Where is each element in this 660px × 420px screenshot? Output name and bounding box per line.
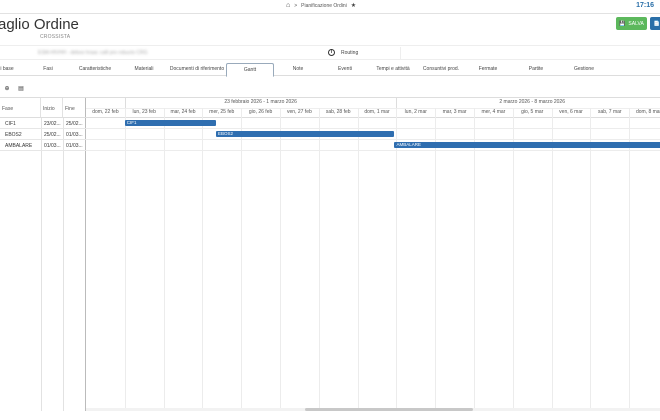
tab-tempi-e-attivit[interactable]: Tempi e attività [370,63,416,75]
breadcrumb: ⌂ > Pianificazione Ordini ★ [286,2,356,9]
star-icon[interactable]: ★ [351,2,356,9]
table-row[interactable]: AMBALARE 01/03... 01/03... [0,140,86,151]
gantt-toolbar: ⊕ ▤ [0,85,25,95]
page-title: aglio Ordine [0,16,79,33]
day-header: dom, 1 mar [364,109,390,115]
gantt-grid: Fase Inizio Fine CIF1 23/02... 25/02... … [0,98,86,411]
tab-fermate[interactable]: Fermate [470,63,506,75]
fase-cell: EBOS2 [5,132,22,138]
day-header: ven, 6 mar [559,109,583,115]
save-button[interactable]: 💾 SALVA [616,17,647,30]
routing-label: Routing [341,50,359,56]
tab-caratteristiche[interactable]: Caratteristiche [72,63,118,75]
fine-cell: 01/03... [66,132,83,138]
scrollbar-thumb[interactable] [305,408,473,411]
column-divider [63,118,64,411]
save-icon: 💾 [619,20,626,27]
day-gridline [590,108,592,411]
day-header: dom, 8 mar [635,109,660,115]
home-icon[interactable]: ⌂ [286,2,290,9]
day-header: sab, 7 mar [597,109,622,115]
day-gridline [124,108,126,411]
fine-cell: 25/02... [66,121,83,127]
gantt-chart[interactable]: 23 febbraio 2026 - 1 marzo 2026 2 marzo 2… [86,98,660,411]
gantt-task-bar[interactable]: CIF1 [124,120,216,126]
gantt-task-bar[interactable]: AMBALARE [394,142,660,148]
day-gridline [435,108,437,411]
day-gridline [551,108,553,411]
routing-field[interactable] [400,47,660,59]
inizio-cell: 25/02... [44,132,61,138]
day-gridline [357,108,359,411]
table-row[interactable]: CIF1 23/02... 25/02... [0,118,86,129]
day-gridline [163,108,165,411]
export-icon[interactable]: ▤ [17,85,25,95]
column-header-fine[interactable]: Fine [63,98,86,118]
clock: 17:16 [636,2,654,9]
document-button[interactable]: 📄 [650,17,660,30]
day-header: ven, 27 feb [287,109,312,115]
inizio-cell: 01/03... [44,143,61,149]
breadcrumb-separator: > [294,2,298,9]
day-header: mer, 25 feb [209,109,235,115]
day-gridline [474,108,475,411]
week-divider [124,98,126,108]
day-header: sab, 28 feb [325,109,351,115]
day-header: lun, 23 feb [132,109,156,115]
order-status: CROSSISTA [40,34,71,40]
day-gridline [202,108,204,411]
column-header-fase[interactable]: Fase [0,98,41,118]
week-header: 23 febbraio 2026 - 1 marzo 2026 [224,99,297,105]
column-divider [41,118,42,411]
tab-documenti-di-riferimento[interactable]: Documenti di riferimento [165,63,229,75]
day-gridline [318,108,320,411]
fase-cell: CIF1 [5,121,16,127]
day-gridline [629,108,631,411]
week-divider [396,98,398,108]
day-header: mar, 24 feb [170,109,196,115]
order-description: ESM-HIVHH - deboo hraac calli pro robuct… [38,50,148,56]
day-header: gio, 26 feb [248,109,273,115]
gantt-task-bar[interactable]: EBOS2 [215,131,395,137]
tab-materiali[interactable]: Materiali [128,63,160,75]
week-header: 2 marzo 2026 - 8 marzo 2026 [499,99,565,105]
day-gridline [396,108,398,411]
gantt-panel: Fase Inizio Fine CIF1 23/02... 25/02... … [0,97,660,411]
tab-fasi[interactable]: Fasi [36,63,60,75]
fase-cell: AMBALARE [5,143,33,149]
tab-partite[interactable]: Partite [517,63,555,75]
zoom-icon[interactable]: ⊕ [3,85,11,95]
tab-i-base[interactable]: i base [0,63,22,75]
save-label: SALVA [628,20,644,27]
fine-cell: 01/03... [66,143,83,149]
table-row[interactable]: EBOS2 25/02... 01/03... [0,129,86,140]
day-header: mar, 3 mar [442,109,467,115]
day-gridline [512,108,514,411]
tab-gantt[interactable]: Gantt [226,63,274,77]
day-header: lun, 2 mar [404,109,427,115]
tab-consuntivi-prod[interactable]: Consuntivi prod. [418,63,464,75]
day-header: gio, 5 mar [521,109,544,115]
column-header-inizio[interactable]: Inizio [41,98,63,118]
inizio-cell: 23/02... [44,121,61,127]
tab-eventi[interactable]: Eventi [328,63,362,75]
tab-note[interactable]: Note [280,63,316,75]
document-icon: 📄 [653,20,660,27]
top-bar: ⌂ > Pianificazione Ordini ★ 17:16 [0,0,660,14]
breadcrumb-page[interactable]: Pianificazione Ordini [301,3,347,9]
tab-gestione[interactable]: Gestione [564,63,604,75]
day-header: dom, 22 feb [92,109,119,115]
order-description-bar: ESM-HIVHH - deboo hraac calli pro robuct… [0,45,660,60]
day-gridline [280,108,281,411]
day-header: mer, 4 mar [481,109,506,115]
info-icon[interactable]: i [328,49,335,56]
day-gridline [241,108,243,411]
tab-bar: i base Fasi Caratteristiche Materiali Docume… [0,62,660,77]
